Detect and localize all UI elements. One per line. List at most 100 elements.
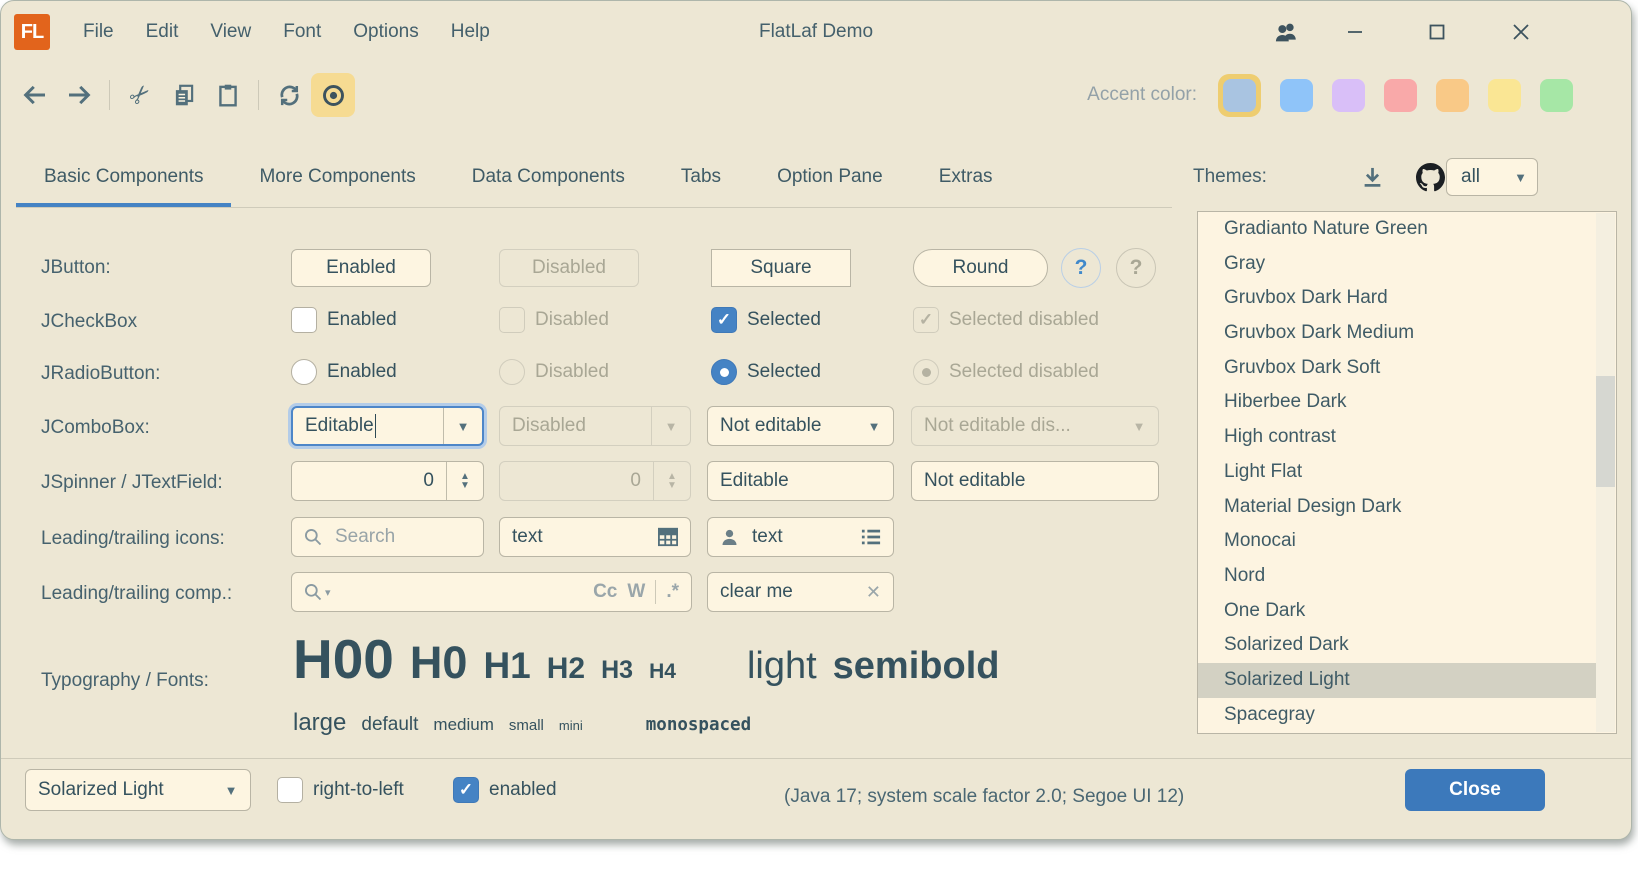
- show-hidden-button[interactable]: [311, 73, 355, 117]
- github-button[interactable]: [1416, 163, 1445, 192]
- menu-edit[interactable]: Edit: [130, 1, 195, 63]
- themes-filter-combobox[interactable]: all ▼: [1446, 158, 1538, 196]
- maximize-button[interactable]: [1423, 18, 1451, 46]
- radio-enabled[interactable]: Enabled: [291, 359, 397, 385]
- whole-word-button[interactable]: W: [627, 581, 645, 603]
- theme-item[interactable]: Monocai: [1198, 524, 1596, 559]
- system-info-text: (Java 17; system scale factor 2.0; Segoe…: [784, 759, 1184, 835]
- textfield-value[interactable]: text: [500, 526, 657, 548]
- right-to-left-checkbox[interactable]: right-to-left: [277, 777, 404, 803]
- theme-item[interactable]: Gruvbox Dark Hard: [1198, 281, 1596, 316]
- chevron-down-icon[interactable]: ▼: [443, 408, 482, 444]
- clear-icon[interactable]: ✕: [866, 582, 893, 603]
- theme-item[interactable]: Light Flat: [1198, 455, 1596, 490]
- theme-item[interactable]: Nord: [1198, 559, 1596, 594]
- regex-button[interactable]: .*: [666, 581, 679, 603]
- github-icon: [1416, 163, 1445, 192]
- paste-button[interactable]: [206, 73, 250, 117]
- menu-font[interactable]: Font: [267, 1, 337, 63]
- tab-option-pane[interactable]: Option Pane: [749, 151, 911, 207]
- clearable-field[interactable]: clear me ✕: [707, 572, 894, 612]
- radio-checked-icon[interactable]: [711, 359, 737, 385]
- menu-view[interactable]: View: [194, 1, 267, 63]
- theme-item[interactable]: Material Design Dark: [1198, 490, 1596, 525]
- menu-help[interactable]: Help: [435, 1, 506, 63]
- minimize-button[interactable]: [1341, 18, 1369, 46]
- round-button[interactable]: Round: [913, 249, 1048, 287]
- tab-tabs[interactable]: Tabs: [653, 151, 749, 207]
- search-field-with-buttons[interactable]: ▾ Cc W .*: [291, 572, 692, 612]
- accent-swatch-red[interactable]: [1384, 79, 1417, 112]
- help-button[interactable]: ?: [1061, 248, 1101, 288]
- checkbox-checked-icon[interactable]: ✓: [711, 307, 737, 333]
- tab-extras[interactable]: Extras: [911, 151, 1021, 207]
- combobox-not-editable[interactable]: Not editable ▼: [707, 406, 894, 446]
- close-window-button[interactable]: [1507, 18, 1535, 46]
- tab-more-components[interactable]: More Components: [231, 151, 443, 207]
- accent-swatch-orange[interactable]: [1436, 79, 1469, 112]
- spinner-value[interactable]: 0: [292, 470, 446, 492]
- textfield-leading-trailing-icons[interactable]: text: [707, 517, 894, 557]
- themes-list: Gradianto Nature Green Gray Gruvbox Dark…: [1197, 211, 1617, 734]
- clearable-field-value[interactable]: clear me: [708, 581, 866, 603]
- theme-item[interactable]: Gruvbox Dark Medium: [1198, 316, 1596, 351]
- checkbox-selected[interactable]: ✓ Selected: [711, 307, 821, 333]
- laf-combobox[interactable]: Solarized Light ▼: [25, 769, 251, 811]
- theme-item[interactable]: Spacegray: [1198, 698, 1596, 733]
- theme-item[interactable]: Gradianto Nature Green: [1198, 212, 1596, 247]
- checkbox-icon[interactable]: [291, 307, 317, 333]
- close-button[interactable]: Close: [1405, 769, 1545, 811]
- tab-data-components[interactable]: Data Components: [444, 151, 653, 207]
- textfield-value[interactable]: Editable: [708, 470, 893, 492]
- menu-options[interactable]: Options: [337, 1, 434, 63]
- chevron-down-icon[interactable]: ▼: [212, 770, 250, 810]
- checkbox-checked-icon[interactable]: ✓: [453, 777, 479, 803]
- radio-selected[interactable]: Selected: [711, 359, 821, 385]
- square-button[interactable]: Square: [711, 249, 851, 287]
- enabled-checkbox[interactable]: ✓ enabled: [453, 777, 557, 803]
- theme-item[interactable]: Hiberbee Dark: [1198, 385, 1596, 420]
- search-field[interactable]: Search: [291, 517, 484, 557]
- checkbox-icon[interactable]: [277, 777, 303, 803]
- spinner-enabled[interactable]: 0 ▲▼: [291, 461, 484, 501]
- users-icon[interactable]: [1273, 18, 1301, 46]
- radio-icon[interactable]: [291, 359, 317, 385]
- themes-scrollbar-thumb[interactable]: [1596, 376, 1615, 487]
- theme-item[interactable]: One Dark: [1198, 594, 1596, 629]
- textfield-trailing-icon[interactable]: text: [499, 517, 691, 557]
- spinner-arrows[interactable]: ▲▼: [446, 462, 483, 500]
- arrow-down-icon[interactable]: ▼: [460, 481, 470, 490]
- theme-item[interactable]: Gruvbox Dark Soft: [1198, 351, 1596, 386]
- tab-basic-components[interactable]: Basic Components: [16, 151, 231, 207]
- combobox-value[interactable]: Editable: [293, 414, 443, 438]
- accent-swatch-yellow[interactable]: [1488, 79, 1521, 112]
- menu-file[interactable]: File: [67, 1, 130, 63]
- typography-size-samples: large default medium small mini monospac…: [293, 709, 751, 737]
- refresh-button[interactable]: [267, 73, 311, 117]
- back-button[interactable]: [13, 73, 57, 117]
- textfield-value[interactable]: text: [740, 526, 860, 548]
- radio-disabled: Disabled: [499, 359, 609, 385]
- accent-swatch-blue-gray[interactable]: [1223, 79, 1256, 112]
- themes-label: Themes:: [1193, 166, 1267, 188]
- theme-item[interactable]: Solarized Dark: [1198, 628, 1596, 663]
- search-placeholder[interactable]: Search: [323, 526, 483, 548]
- theme-item[interactable]: Gray: [1198, 247, 1596, 282]
- theme-item[interactable]: High contrast: [1198, 420, 1596, 455]
- accent-swatch-purple[interactable]: [1332, 79, 1365, 112]
- theme-item-selected[interactable]: Solarized Light: [1198, 663, 1596, 698]
- match-case-button[interactable]: Cc: [593, 581, 617, 603]
- cut-button[interactable]: ✂: [118, 73, 162, 117]
- textfield-editable[interactable]: Editable: [707, 461, 894, 501]
- accent-swatch-green[interactable]: [1540, 79, 1573, 112]
- accent-swatch-blue[interactable]: [1280, 79, 1313, 112]
- search-with-dropdown-button[interactable]: ▾: [292, 582, 331, 602]
- textfield-not-editable[interactable]: Not editable: [911, 461, 1159, 501]
- combobox-editable[interactable]: Editable ▼: [291, 406, 484, 446]
- chevron-down-icon[interactable]: ▼: [855, 407, 893, 445]
- copy-button[interactable]: [162, 73, 206, 117]
- checkbox-enabled[interactable]: Enabled: [291, 307, 397, 333]
- forward-button[interactable]: [57, 73, 101, 117]
- enabled-button[interactable]: Enabled: [291, 249, 431, 287]
- download-theme-button[interactable]: [1359, 164, 1386, 191]
